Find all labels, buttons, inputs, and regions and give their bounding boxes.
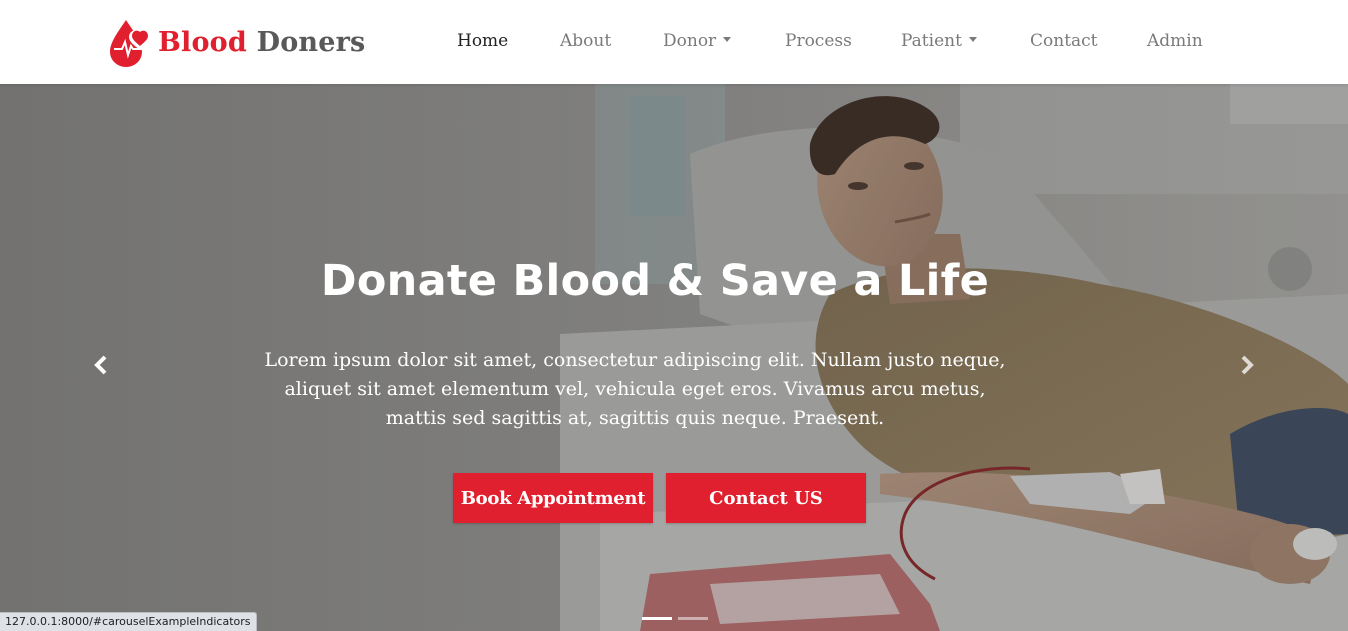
nav-admin[interactable]: Admin [1147,31,1203,51]
carousel-indicator-2[interactable] [678,617,708,620]
navbar: Blood Doners Home About Donor Process Pa… [0,0,1348,84]
carousel-next-button[interactable] [1232,350,1262,380]
nav-patient-dropdown[interactable]: Patient [901,31,977,51]
book-appointment-button[interactable]: Book Appointment [453,473,653,523]
hero-title: Donate Blood & Save a Life [320,256,990,306]
nav-patient-label: Patient [901,31,962,51]
nav-process[interactable]: Process [785,31,852,51]
carousel-indicators [642,617,714,620]
chevron-left-icon [94,355,107,375]
hero-carousel: Donate Blood & Save a Life Lorem ipsum d… [0,84,1348,631]
nav-donor-label: Donor [663,31,717,51]
contact-us-button[interactable]: Contact US [666,473,866,523]
nav-about[interactable]: About [560,31,611,51]
carousel-prev-button[interactable] [86,350,116,380]
caret-down-icon [968,37,977,42]
caret-down-icon [723,37,732,42]
chevron-right-icon [1241,355,1254,375]
nav-donor-dropdown[interactable]: Donor [663,31,732,51]
nav-home[interactable]: Home [457,31,508,51]
browser-status-url: 127.0.0.1:8000/#carouselExampleIndicator… [0,612,257,631]
nav-menu: Home About Donor Process Patient Contact… [0,0,1348,84]
carousel-indicator-1[interactable] [642,617,672,620]
nav-contact[interactable]: Contact [1030,31,1098,51]
hero-description: Lorem ipsum dolor sit amet, consectetur … [264,349,1006,429]
